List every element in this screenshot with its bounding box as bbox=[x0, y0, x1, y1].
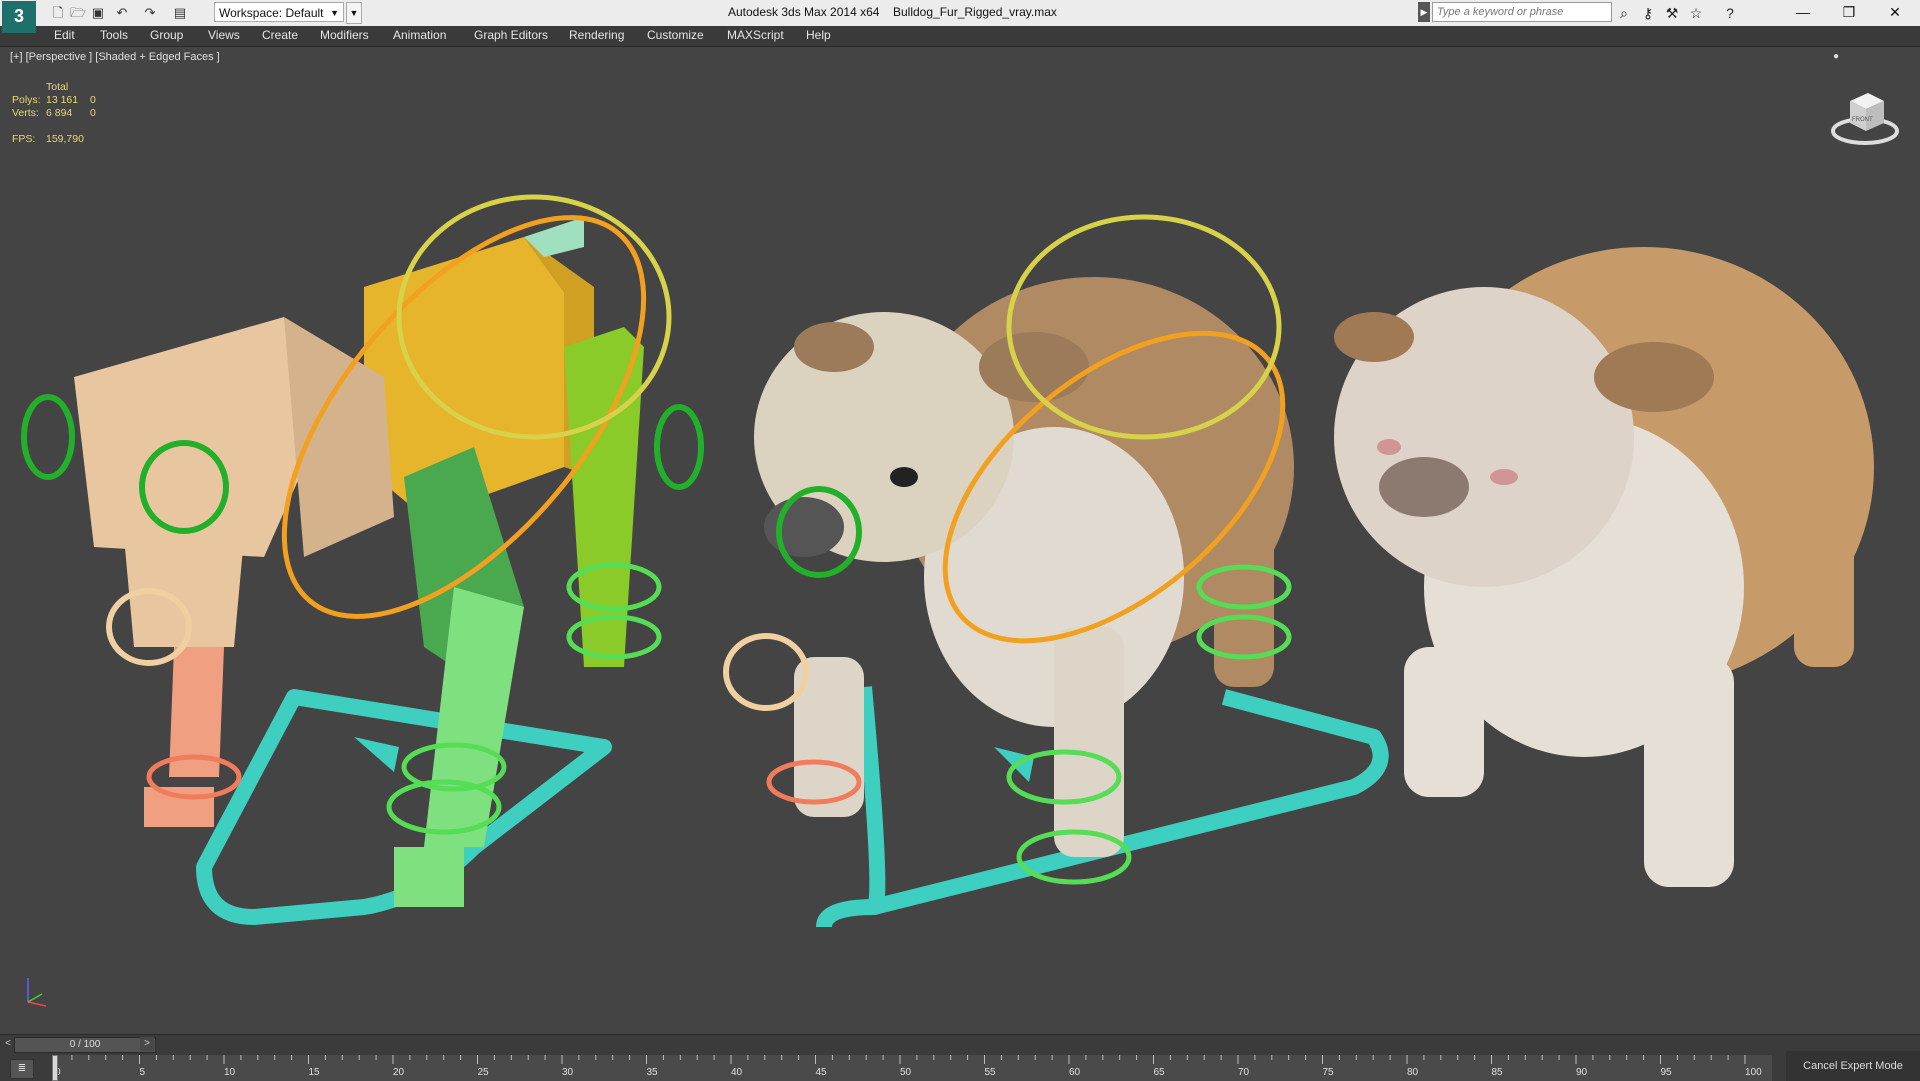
scene-render bbox=[21, 194, 1874, 929]
previous-frame-icon[interactable]: < bbox=[2, 1037, 14, 1051]
app-title: Autodesk 3ds Max 2014 x64 bbox=[728, 5, 880, 19]
timeline-tick-label: 15 bbox=[308, 1067, 320, 1078]
menu-bar: Edit Tools Group Views Create Modifiers … bbox=[0, 26, 1920, 47]
timeline-tick-label: 70 bbox=[1238, 1067, 1250, 1078]
menu-modifiers[interactable]: Modifiers bbox=[320, 28, 369, 42]
stats-fps-value: 159,790 bbox=[46, 133, 84, 145]
binoculars-icon[interactable]: ⌕ bbox=[1614, 3, 1634, 23]
new-file-icon[interactable]: 🗋 bbox=[48, 3, 68, 23]
stats-polys-selected: 0 bbox=[90, 94, 96, 106]
save-icon[interactable]: ▣ bbox=[88, 3, 108, 23]
viewport-label[interactable]: [+] [Perspective ] [Shaded + Edged Faces… bbox=[10, 51, 220, 63]
star-icon[interactable]: ☆ bbox=[1686, 3, 1706, 23]
workspace-dropdown[interactable]: Workspace: Default ▼ bbox=[214, 2, 344, 22]
proxy-rig bbox=[21, 194, 704, 925]
menu-customize[interactable]: Customize bbox=[647, 28, 704, 42]
timeline-tick-label: 90 bbox=[1576, 1067, 1588, 1078]
furred-bulldog bbox=[1334, 247, 1874, 887]
search-expand-icon[interactable]: ▶ bbox=[1418, 2, 1430, 22]
time-slider-playhead[interactable] bbox=[52, 1055, 58, 1081]
timeline-tick-label: 85 bbox=[1491, 1067, 1503, 1078]
project-folder-icon[interactable]: ▤ bbox=[170, 3, 190, 23]
stats-total-header: Total bbox=[46, 81, 69, 93]
menu-group[interactable]: Group bbox=[150, 28, 183, 42]
timeline-tick-label: 80 bbox=[1407, 1067, 1419, 1078]
frame-display: 0 / 100 bbox=[69, 1039, 101, 1050]
perspective-viewport[interactable]: [+] [Perspective ] [Shaded + Edged Faces… bbox=[4, 47, 1918, 1032]
menu-animation[interactable]: Animation bbox=[393, 28, 446, 42]
app-logo-icon[interactable]: 3 bbox=[2, 1, 36, 33]
help-icon[interactable]: ? bbox=[1720, 3, 1740, 23]
workspace-label: Workspace: Default bbox=[219, 6, 324, 20]
timeline-tick-label: 20 bbox=[393, 1067, 405, 1078]
undo-icon[interactable]: ↶ bbox=[112, 3, 132, 23]
timeline-tick-label: 35 bbox=[646, 1067, 658, 1078]
menu-views[interactable]: Views bbox=[208, 28, 240, 42]
menu-graph-editors[interactable]: Graph Editors bbox=[474, 28, 548, 42]
stats-verts-selected: 0 bbox=[90, 107, 96, 119]
stats-verts-label: Verts: bbox=[12, 107, 39, 119]
menu-help[interactable]: Help bbox=[806, 28, 831, 42]
timeline-tick-label: 100 bbox=[1745, 1067, 1762, 1078]
next-frame-icon[interactable]: > bbox=[140, 1037, 154, 1051]
stats-polys-label: Polys: bbox=[12, 94, 41, 106]
timeline-tick-label: 25 bbox=[477, 1067, 489, 1078]
mini-curve-editor-icon[interactable]: ≣ bbox=[10, 1059, 34, 1079]
menu-rendering[interactable]: Rendering bbox=[569, 28, 624, 42]
stats-fps-label: FPS: bbox=[12, 133, 36, 145]
stats-verts-total: 6 894 bbox=[46, 107, 73, 119]
timeline-tick-label: 75 bbox=[1322, 1067, 1334, 1078]
timeline-tick-label: 40 bbox=[731, 1067, 743, 1078]
timeline-tick-label: 65 bbox=[1153, 1067, 1165, 1078]
lock-icon[interactable]: ● bbox=[1833, 51, 1839, 62]
timeline-tick-label: 50 bbox=[900, 1067, 912, 1078]
timeline-tick-label: 45 bbox=[815, 1067, 827, 1078]
time-slider[interactable]: 0 / 100 bbox=[14, 1037, 156, 1053]
menu-edit[interactable]: Edit bbox=[54, 28, 75, 42]
timeline-tick-label: 55 bbox=[984, 1067, 996, 1078]
close-icon[interactable]: ✕ bbox=[1872, 0, 1918, 24]
timeline-tick-label: 30 bbox=[562, 1067, 574, 1078]
timeline-tick-label: 10 bbox=[224, 1067, 236, 1078]
timeline-tick-label: 5 bbox=[139, 1067, 146, 1078]
title-bar: 3 🗋 🗁 ▣ ↶ ↷ ▤ Workspace: Default ▼ ▼ Aut… bbox=[0, 0, 1920, 33]
menu-maxscript[interactable]: MAXScript bbox=[727, 28, 784, 42]
menu-tools[interactable]: Tools bbox=[100, 28, 128, 42]
stats-polys-total: 13 161 bbox=[46, 94, 79, 106]
chevron-down-icon: ▼ bbox=[330, 8, 339, 18]
wireframe-bulldog bbox=[723, 214, 1389, 929]
timeline-tick-label: 95 bbox=[1660, 1067, 1672, 1078]
redo-icon[interactable]: ↷ bbox=[140, 3, 160, 23]
timeline: < 0 / 100 > ≣ 05101520253035404550556065… bbox=[0, 1034, 1920, 1081]
viewcube-icon[interactable]: FRONT bbox=[1830, 79, 1900, 149]
key-icon[interactable]: ⚷ bbox=[1638, 3, 1658, 23]
viewcube-front-label: FRONT bbox=[1852, 117, 1873, 123]
file-name: Bulldog_Fur_Rigged_vray.max bbox=[893, 5, 1057, 19]
cancel-expert-mode-button[interactable]: Cancel Expert Mode bbox=[1786, 1051, 1920, 1081]
restore-icon[interactable]: ❐ bbox=[1826, 0, 1872, 24]
open-file-icon[interactable]: 🗁 bbox=[68, 3, 88, 23]
axis-tripod-icon bbox=[27, 978, 47, 1007]
minimize-icon[interactable]: — bbox=[1780, 0, 1826, 24]
timeline-tick-label: 60 bbox=[1069, 1067, 1081, 1078]
menu-create[interactable]: Create bbox=[262, 28, 298, 42]
search-input[interactable] bbox=[1432, 2, 1612, 22]
tools-icon[interactable]: ⚒ bbox=[1662, 3, 1682, 23]
workspace-menu-button[interactable]: ▼ bbox=[346, 2, 362, 24]
